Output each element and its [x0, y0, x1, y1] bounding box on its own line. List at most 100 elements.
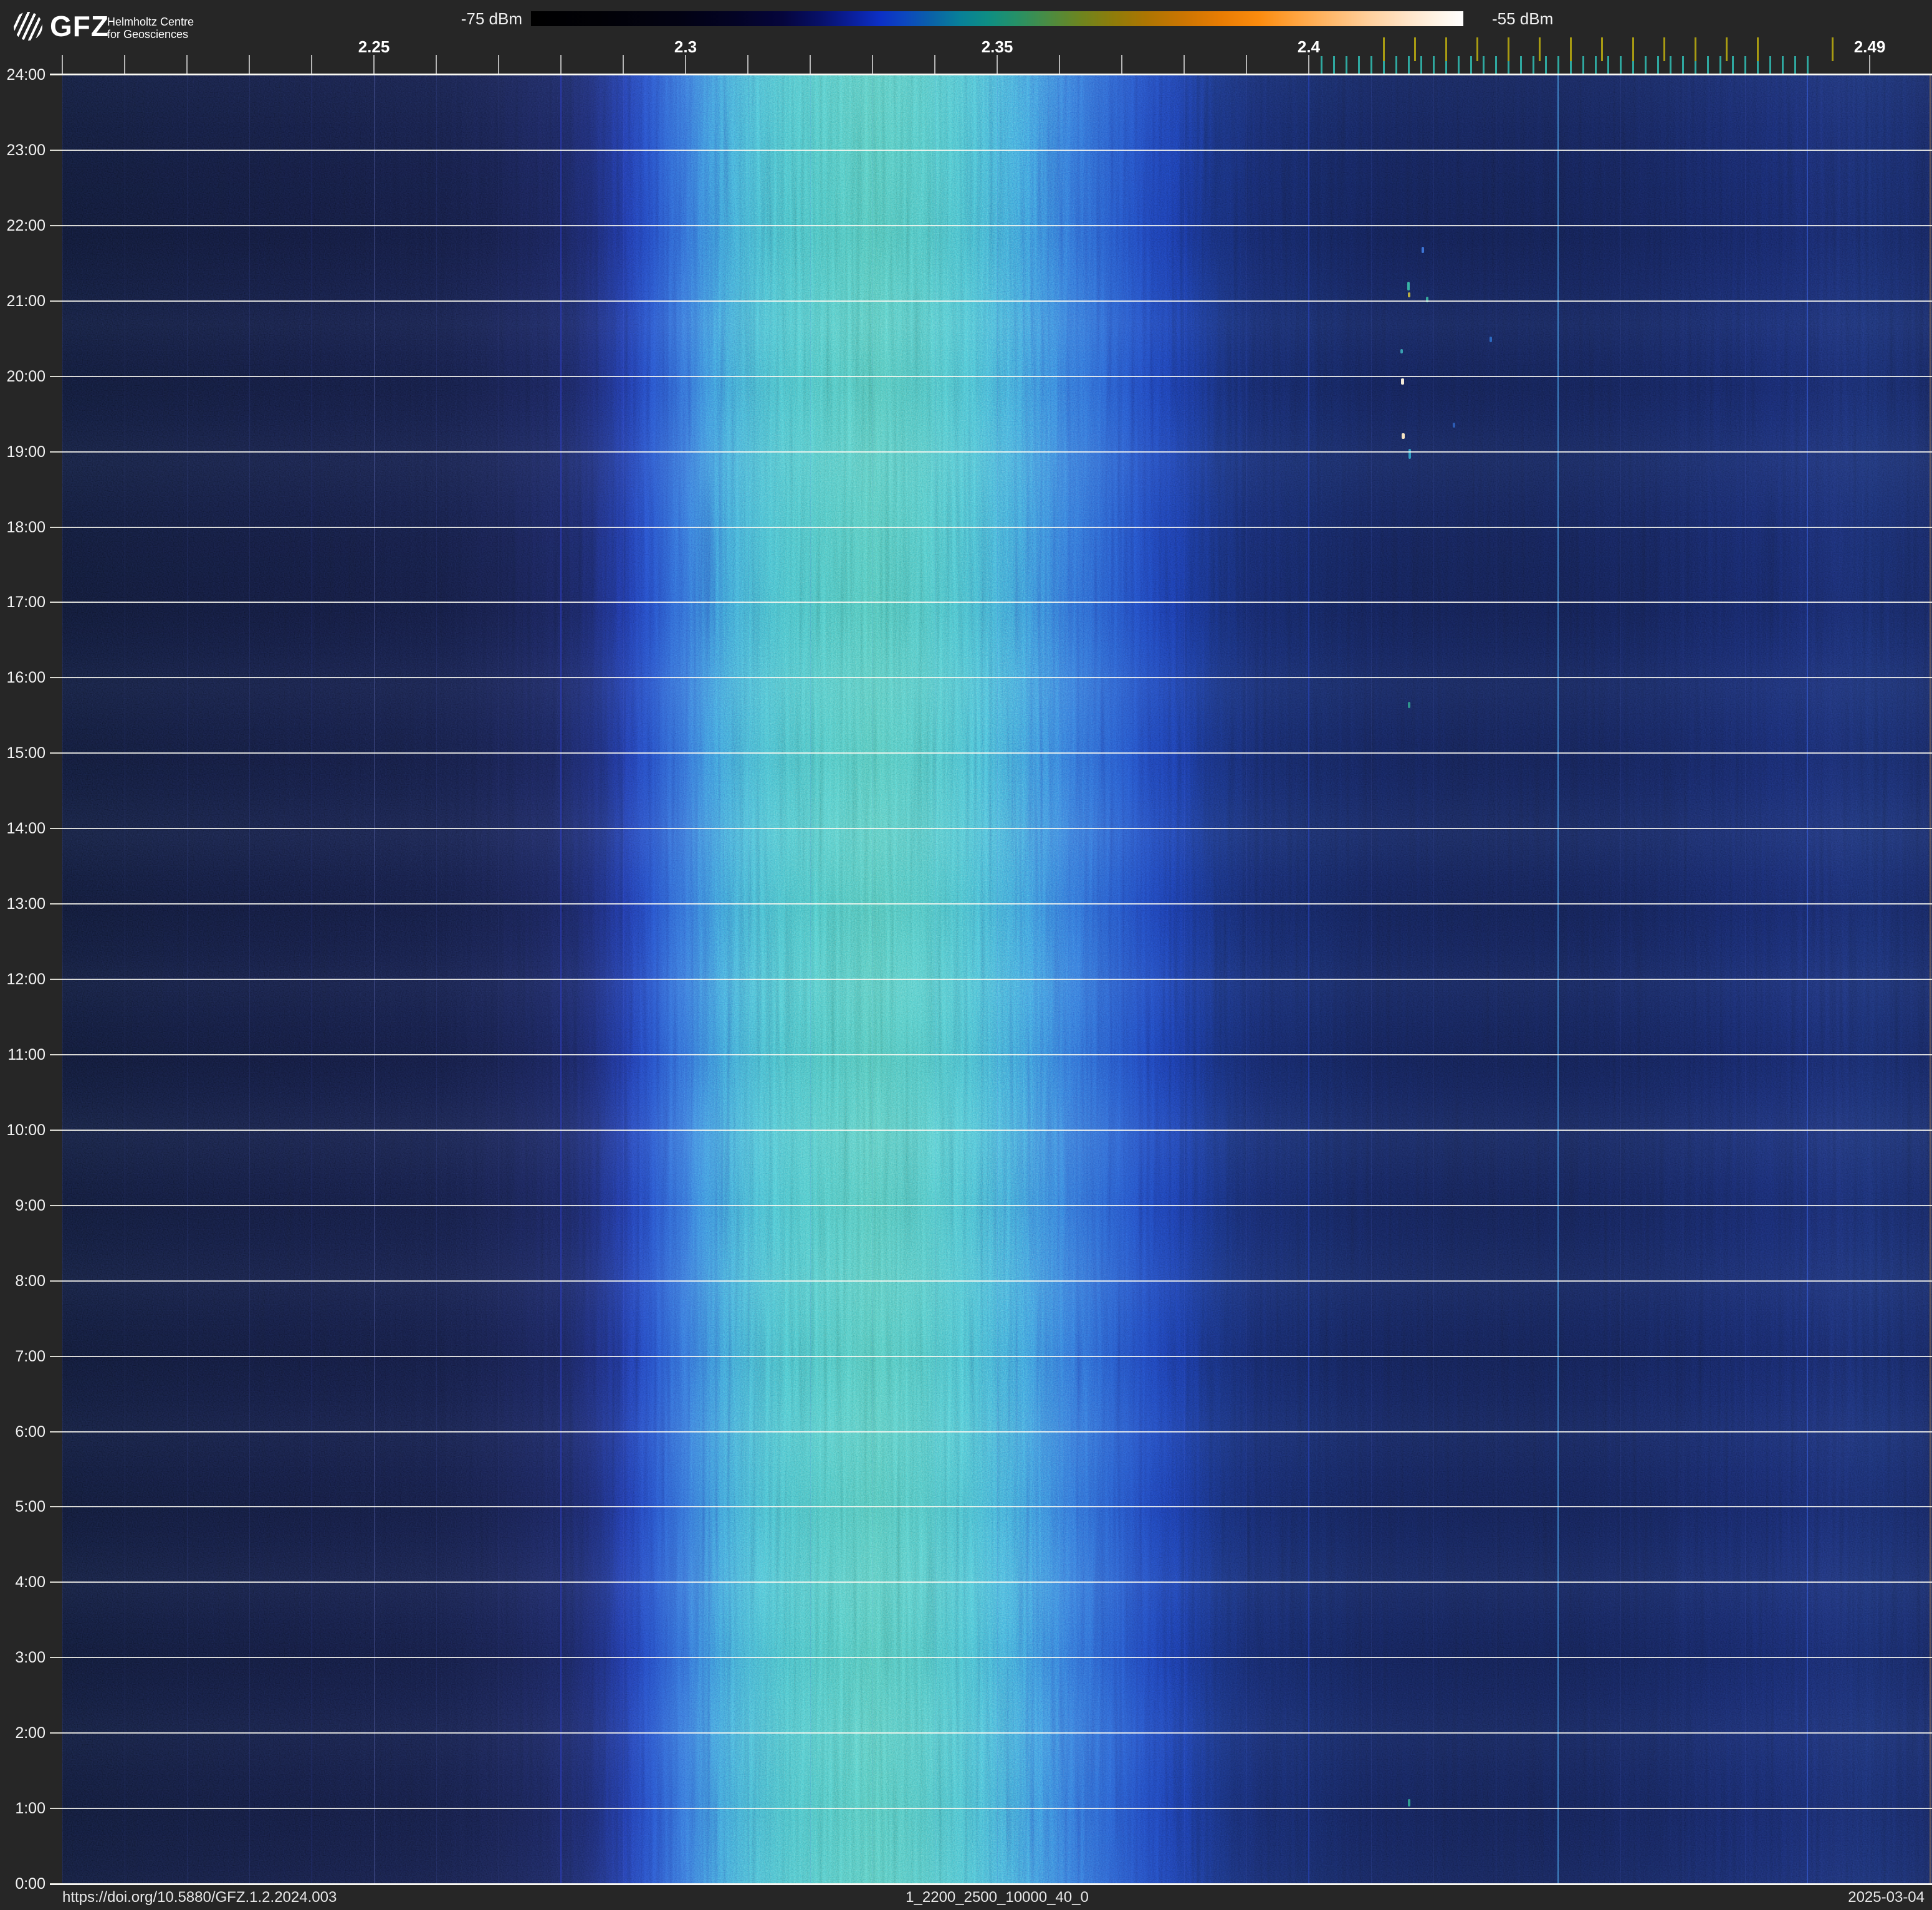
- ble-channel-tick: [1395, 56, 1397, 74]
- signal-burst-dot: [1408, 702, 1410, 708]
- hour-gridline: [50, 1808, 1932, 1809]
- ble-channel-tick: [1732, 56, 1734, 74]
- gfz-logo-icon: [14, 12, 42, 41]
- hour-gridline: [50, 150, 1932, 151]
- colorbar: [531, 11, 1463, 26]
- signal-burst-dot: [1453, 423, 1455, 428]
- wifi-channel-tick: [1570, 37, 1572, 61]
- ble-channel-tick: [1370, 56, 1372, 74]
- hour-label: 2:00: [0, 1724, 45, 1742]
- freq-tick-10mhz: [311, 55, 312, 74]
- wifi-channel-tick: [1383, 37, 1385, 61]
- hour-gridline: [50, 1054, 1932, 1055]
- brand-subtitle-line1: Helmholtz Centre: [107, 16, 194, 28]
- ble-channel-tick: [1782, 56, 1784, 74]
- ble-channel-tick: [1670, 56, 1671, 74]
- hour-label: 9:00: [0, 1197, 45, 1214]
- freq-tick-10mhz: [373, 55, 375, 74]
- colorbar-min-label: -75 dBm: [436, 10, 522, 27]
- hour-gridline: [50, 225, 1932, 226]
- hour-gridline: [50, 752, 1932, 754]
- hour-gridline: [50, 1280, 1932, 1282]
- doi-text: https://doi.org/10.5880/GFZ.1.2.2024.003: [62, 1885, 337, 1910]
- hour-gridline: [50, 1581, 1932, 1583]
- ble-channel-tick: [1470, 56, 1472, 74]
- freq-axis-label: 2.4: [1281, 37, 1337, 57]
- freq-tick-10mhz: [560, 55, 562, 74]
- hour-gridline: [50, 1356, 1932, 1357]
- wifi-channel-tick: [1508, 37, 1509, 61]
- hour-gridline: [50, 1431, 1932, 1432]
- ble-channel-tick: [1682, 56, 1684, 74]
- hour-label: 1:00: [0, 1800, 45, 1817]
- signal-burst-dot: [1400, 349, 1403, 353]
- freq-tick-10mhz: [1184, 55, 1185, 74]
- hour-label: 23:00: [0, 142, 45, 159]
- wifi-channel-tick: [1832, 37, 1834, 61]
- ble-channel-tick: [1744, 56, 1746, 74]
- freq-axis-label: 2.3: [658, 37, 714, 57]
- freq-tick-10mhz: [997, 55, 998, 74]
- ble-channel-tick: [1719, 56, 1721, 74]
- hour-gridline: [50, 1205, 1932, 1206]
- hour-gridline: [50, 527, 1932, 528]
- brand-subtitle-line2: for Geosciences: [107, 28, 194, 41]
- footer-bar: https://doi.org/10.5880/GFZ.1.2.2024.003…: [0, 1885, 1932, 1910]
- brand-subtitle: Helmholtz Centre for Geosciences: [107, 16, 194, 41]
- hour-label: 20:00: [0, 368, 45, 385]
- ble-channel-tick: [1420, 56, 1422, 74]
- hour-label: 16:00: [0, 669, 45, 686]
- ble-channel-tick: [1533, 56, 1534, 74]
- hour-label: 24:00: [0, 66, 45, 84]
- hour-label: 15:00: [0, 744, 45, 762]
- freq-axis-label: 2.25: [346, 37, 402, 57]
- hour-gridline: [50, 300, 1932, 302]
- freq-tick-10mhz: [685, 55, 686, 74]
- ble-channel-tick: [1545, 56, 1547, 74]
- colorbar-max-label: -55 dBm: [1492, 10, 1553, 27]
- freq-axis-label: 2.35: [969, 37, 1025, 57]
- hour-label: 11:00: [0, 1046, 45, 1063]
- hour-label: 0:00: [0, 1875, 45, 1893]
- freq-tick-10mhz: [810, 55, 811, 74]
- hour-gridline: [50, 677, 1932, 678]
- ble-channel-tick: [1557, 56, 1559, 74]
- ble-channel-tick: [1495, 56, 1497, 74]
- hour-label: 12:00: [0, 971, 45, 988]
- hour-label: 6:00: [0, 1423, 45, 1441]
- hour-gridline: [50, 903, 1932, 905]
- wifi-channel-tick: [1726, 37, 1728, 61]
- hour-label: 3:00: [0, 1649, 45, 1666]
- spectrogram-screen: GFZ Helmholtz Centre for Geosciences -75…: [0, 0, 1932, 1910]
- freq-tick-10mhz: [498, 55, 499, 74]
- wifi-channel-tick: [1414, 37, 1416, 61]
- hour-label: 4:00: [0, 1573, 45, 1591]
- freq-tick-10mhz: [124, 55, 125, 74]
- signal-burst-dot: [1402, 433, 1405, 439]
- freq-tick-10mhz: [747, 55, 748, 74]
- hour-gridline: [50, 828, 1932, 829]
- hour-label: 7:00: [0, 1348, 45, 1365]
- hour-label: 5:00: [0, 1498, 45, 1515]
- wifi-channel-tick: [1539, 37, 1541, 61]
- ble-channel-tick: [1346, 56, 1347, 74]
- date-text: 2025-03-04: [1848, 1885, 1925, 1910]
- hour-label: 8:00: [0, 1272, 45, 1290]
- signal-burst-dot: [1490, 337, 1492, 342]
- freq-tick-10mhz: [1246, 55, 1247, 74]
- ble-channel-tick: [1657, 56, 1659, 74]
- hour-gridline: [50, 1883, 1932, 1884]
- ble-channel-tick: [1707, 56, 1709, 74]
- signal-burst-dot: [1401, 378, 1404, 385]
- freq-axis-label: 2.49: [1842, 37, 1898, 57]
- signal-burst-dot: [1408, 1799, 1410, 1807]
- signal-burst-dot: [1407, 282, 1410, 290]
- freq-tick-10mhz: [249, 55, 250, 74]
- hour-gridline: [50, 979, 1932, 980]
- freq-tick-10mhz: [1308, 55, 1309, 74]
- wifi-channel-tick: [1445, 37, 1447, 61]
- freq-tick-10mhz: [186, 55, 188, 74]
- ble-channel-tick: [1483, 56, 1485, 74]
- ble-channel-tick: [1807, 56, 1809, 74]
- ble-channel-tick: [1408, 56, 1410, 74]
